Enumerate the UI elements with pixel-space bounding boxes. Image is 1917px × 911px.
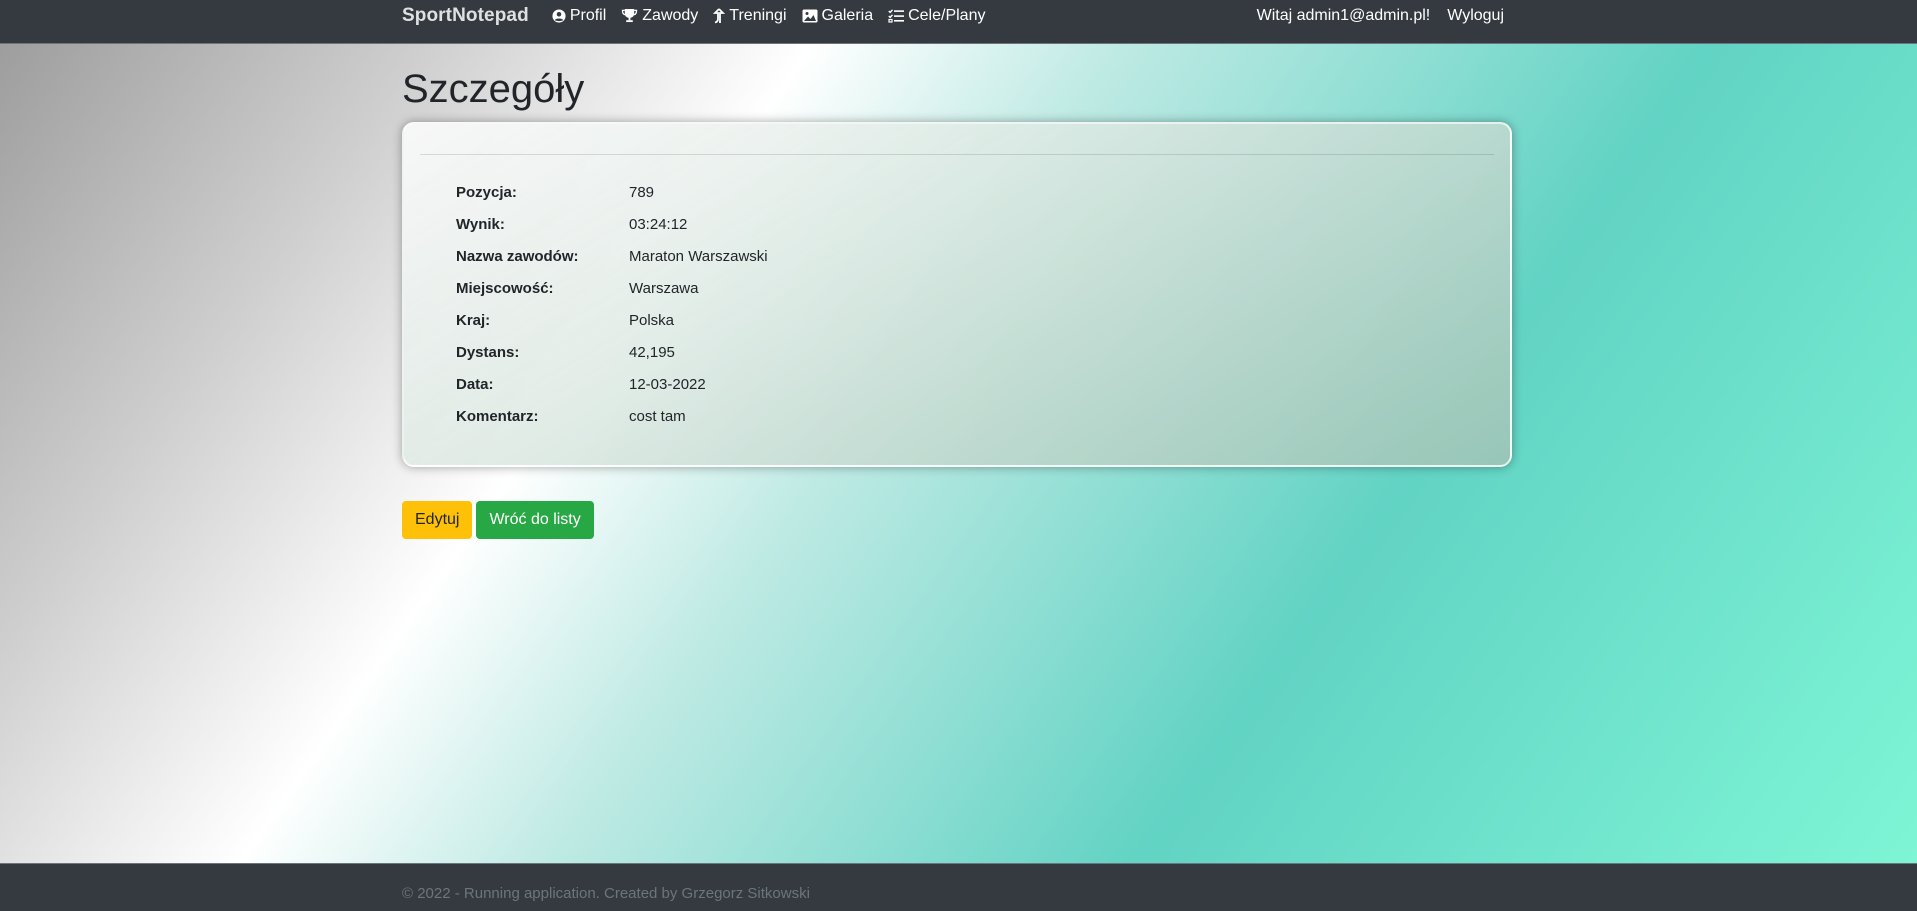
footer: © 2022 - Running application. Created by…	[0, 863, 1917, 911]
detail-value: cost tam	[629, 407, 686, 425]
detail-value: Polska	[629, 311, 675, 329]
checklist-icon	[888, 8, 905, 23]
main-container: Szczegóły Pozycja: 789 Wynik: 03:24:12 N…	[402, 44, 1512, 539]
detail-value: Warszawa	[629, 279, 699, 297]
footer-text: © 2022 - Running application. Created by…	[402, 885, 810, 902]
detail-label: Pozycja:	[456, 183, 517, 201]
detail-label: Nazwa zawodów:	[456, 247, 579, 265]
detail-label: Wynik:	[456, 215, 505, 233]
detail-value: 12-03-2022	[629, 375, 706, 393]
nav-link-galeria[interactable]: Galeria	[802, 6, 874, 25]
nav-link-label: Treningi	[729, 6, 787, 24]
detail-row-wynik: Wynik: 03:24:12	[456, 208, 768, 240]
detail-row-pozycja: Pozycja: 789	[456, 176, 768, 208]
image-icon	[802, 9, 818, 22]
brand-link[interactable]: SportNotepad	[402, 5, 529, 27]
nav-link-profil[interactable]: Profil	[552, 7, 606, 25]
detail-label: Miejscowość:	[456, 279, 554, 297]
navbar-content: SportNotepad Profil Zawody Treningi Gale…	[402, 0, 1504, 31]
detail-row-dystans: Dystans: 42,195	[456, 336, 768, 368]
nav-link-label: Zawody	[642, 6, 699, 24]
detail-value: Maraton Warszawski	[629, 247, 768, 265]
detail-label: Komentarz:	[456, 407, 539, 425]
detail-row-data: Data: 12-03-2022	[456, 368, 768, 400]
action-buttons: Edytuj Wróć do listy	[402, 501, 1512, 539]
edit-button[interactable]: Edytuj	[402, 501, 473, 539]
arrow-up-turn-icon	[713, 7, 726, 23]
nav-link-zawody[interactable]: Zawody	[621, 7, 698, 25]
nav-link-label: Cele/Plany	[908, 6, 986, 24]
navbar: SportNotepad Profil Zawody Treningi Gale…	[0, 0, 1917, 44]
detail-value: 03:24:12	[629, 215, 688, 233]
logout-link[interactable]: Wyloguj	[1447, 7, 1504, 25]
detail-row-miejscowosc: Miejscowość: Warszawa	[456, 272, 768, 304]
card-divider	[420, 154, 1494, 155]
detail-value: 789	[629, 183, 655, 201]
details-list: Pozycja: 789 Wynik: 03:24:12 Nazwa zawod…	[456, 176, 768, 432]
user-circle-icon	[552, 8, 566, 23]
detail-row-kraj: Kraj: Polska	[456, 304, 768, 336]
back-to-list-button[interactable]: Wróć do listy	[476, 501, 594, 539]
details-card: Pozycja: 789 Wynik: 03:24:12 Nazwa zawod…	[402, 122, 1512, 467]
detail-label: Data:	[456, 375, 494, 393]
page-title: Szczegóły	[402, 67, 585, 111]
nav-link-label: Galeria	[821, 6, 874, 24]
welcome-link[interactable]: Witaj admin1@admin.pl!	[1257, 7, 1431, 25]
nav-link-cele-plany[interactable]: Cele/Plany	[888, 7, 985, 25]
detail-row-nazwa-zawodow: Nazwa zawodów: Maraton Warszawski	[456, 240, 768, 272]
trophy-icon	[622, 8, 638, 23]
detail-label: Kraj:	[456, 311, 491, 329]
nav-link-label: Profil	[569, 6, 607, 24]
navbar-user-area: Witaj admin1@admin.pl! Wyloguj	[1257, 7, 1504, 25]
detail-row-komentarz: Komentarz: cost tam	[456, 400, 768, 432]
nav-link-treningi[interactable]: Treningi	[713, 6, 787, 25]
detail-value: 42,195	[629, 343, 675, 361]
detail-label: Dystans:	[456, 343, 520, 361]
